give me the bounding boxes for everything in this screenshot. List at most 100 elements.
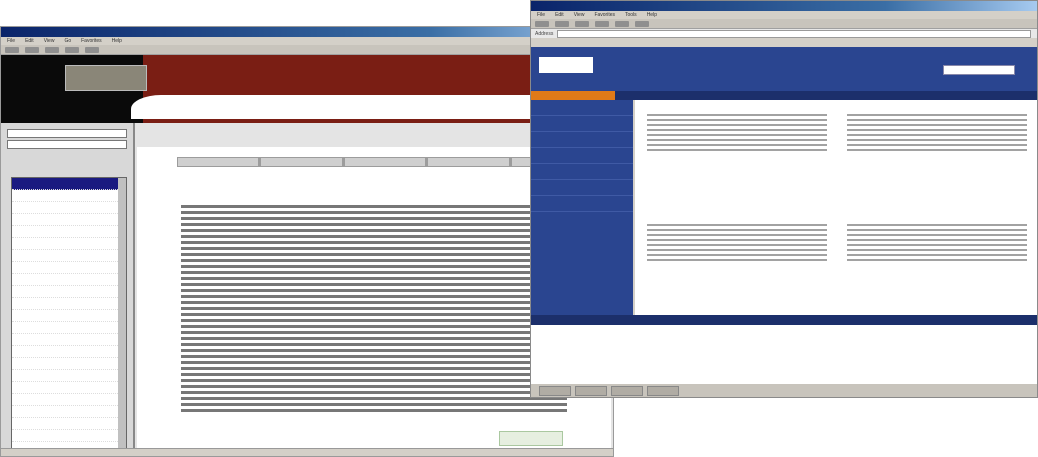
home-icon[interactable] [85,46,99,53]
status-bar [1,448,613,456]
address-bar: Address [531,29,1037,38]
back-icon[interactable] [5,46,19,53]
window-title-bar[interactable] [1,27,613,37]
list-item[interactable] [12,286,126,298]
forward-icon[interactable] [555,20,569,27]
taskbar-item[interactable] [647,386,679,396]
left-nav-item[interactable] [531,116,633,132]
menu-view[interactable]: View [574,12,585,18]
left-nav-item[interactable] [531,196,633,212]
nav-item[interactable] [615,91,699,100]
list-item[interactable] [12,382,126,394]
block-text [647,114,827,152]
sidebar [1,123,135,456]
list-item[interactable] [12,202,126,214]
list-item[interactable] [12,178,126,190]
list-item[interactable] [12,358,126,370]
list-item[interactable] [12,406,126,418]
site-footer [531,315,1037,325]
left-nav-item[interactable] [531,132,633,148]
menu-tools[interactable]: Tools [625,12,637,18]
nav-item[interactable] [868,91,952,100]
left-nav-item[interactable] [531,180,633,196]
back-icon[interactable] [535,20,549,27]
taskbar [531,383,1037,397]
menu-favorites[interactable]: Favorites [81,38,102,44]
list-item[interactable] [12,238,126,250]
browser-window-front: File Edit View Favorites Tools Help Addr… [530,0,1038,398]
site-search-input[interactable] [943,65,1015,75]
list-item[interactable] [12,346,126,358]
sidebar-list[interactable] [11,177,127,455]
content-block [647,108,827,152]
nav-item[interactable] [531,91,616,100]
list-item[interactable] [12,430,126,442]
nav-item[interactable] [700,91,784,100]
menu-file[interactable]: File [537,12,545,18]
stop-icon[interactable] [575,20,589,27]
site-logo[interactable] [65,65,147,91]
address-label: Address [535,30,554,37]
taskbar-item[interactable] [539,386,571,396]
stop-icon[interactable] [45,46,59,53]
body-text-block [181,205,567,415]
forward-icon[interactable] [25,46,39,53]
menu-edit[interactable]: Edit [25,38,34,44]
list-item[interactable] [12,370,126,382]
list-item[interactable] [12,298,126,310]
sidebar-search-field[interactable] [7,129,127,138]
block-text [647,224,827,262]
taskbar-item[interactable] [575,386,607,396]
menu-edit[interactable]: Edit [555,12,564,18]
content-block [647,218,827,262]
search-icon[interactable] [635,20,649,27]
list-item[interactable] [12,262,126,274]
tab-2[interactable] [261,158,342,166]
toolbar [531,19,1037,29]
list-item[interactable] [12,274,126,286]
list-item[interactable] [12,214,126,226]
list-item[interactable] [12,226,126,238]
list-item[interactable] [12,250,126,262]
home-icon[interactable] [615,20,629,27]
refresh-icon[interactable] [595,20,609,27]
sidebar-filter-field[interactable] [7,140,127,149]
list-item[interactable] [12,190,126,202]
address-field[interactable] [557,29,1031,38]
menu-help[interactable]: Help [647,12,657,18]
menu-file[interactable]: File [7,38,15,44]
menu-favorites[interactable]: Favorites [594,12,615,18]
sidebar-scrollbar[interactable] [118,178,126,454]
taskbar-item[interactable] [611,386,643,396]
block-text [847,114,1027,152]
tab-3[interactable] [344,158,426,166]
top-nav [531,91,1037,100]
left-nav-item[interactable] [531,148,633,164]
list-item[interactable] [12,322,126,334]
menu-view[interactable]: View [44,38,55,44]
nav-item[interactable] [784,91,868,100]
menu-help[interactable]: Help [112,38,122,44]
tab-4[interactable] [428,158,509,166]
block-text [847,224,1027,262]
tab-1[interactable] [178,158,259,166]
content-area [635,100,1037,315]
nav-item[interactable] [953,91,1037,100]
list-item[interactable] [12,418,126,430]
page-whitespace [531,325,1037,383]
list-item[interactable] [12,394,126,406]
site-logo[interactable] [539,57,593,73]
list-item[interactable] [12,334,126,346]
menu-bar: File Edit View Favorites Tools Help [531,11,1037,19]
left-nav-item[interactable] [531,100,633,116]
menu-go[interactable]: Go [64,38,71,44]
left-nav-item[interactable] [531,164,633,180]
content-block [847,218,1027,262]
refresh-icon[interactable] [65,46,79,53]
toolbar [1,45,613,55]
window-title-bar[interactable] [531,1,1037,11]
next-button[interactable] [499,431,563,446]
browser-window-back: File Edit View Go Favorites Help [0,26,614,457]
sidebar-title [1,123,133,127]
list-item[interactable] [12,310,126,322]
